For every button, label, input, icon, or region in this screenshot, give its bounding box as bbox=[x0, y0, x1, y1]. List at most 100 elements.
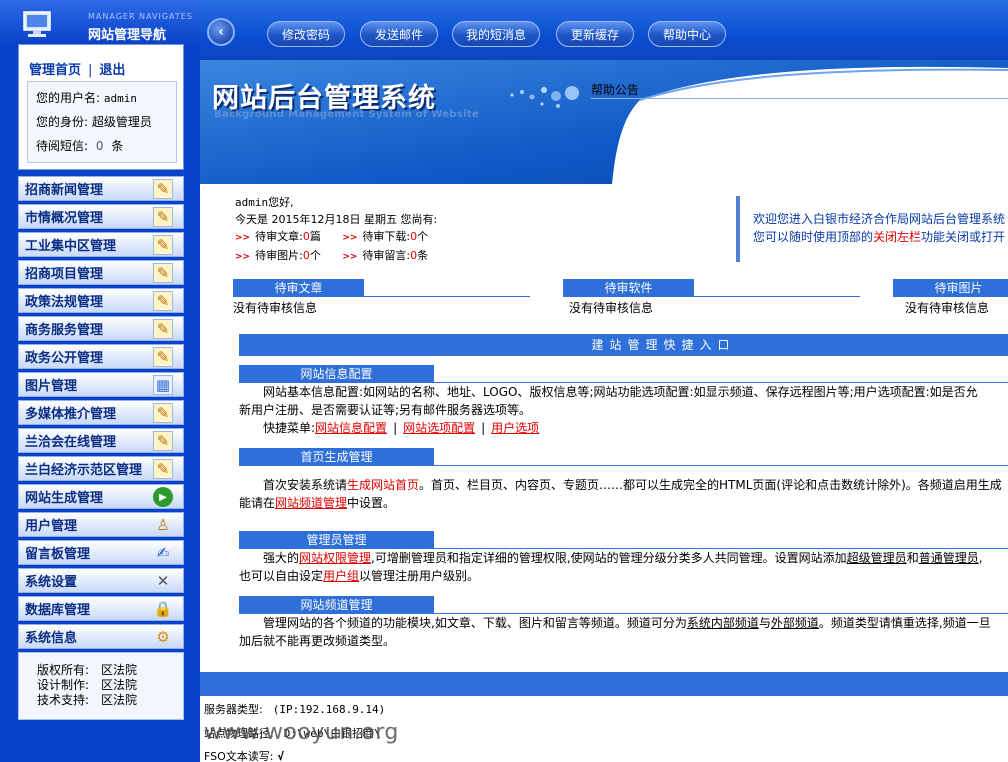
pending-software-tab: 待审软件 bbox=[563, 279, 694, 297]
sidebar-item[interactable]: 招商项目管理 ✎ bbox=[18, 260, 184, 285]
text-line: 网站基本信息配置:如网站的名称、地址、LOGO、版权信息等;网站功能选项配置:如… bbox=[239, 383, 1008, 401]
internal-channel-link[interactable]: 系统内部频道 bbox=[687, 616, 759, 630]
sidebar-item[interactable]: 工业集中区管理 ✎ bbox=[18, 232, 184, 257]
pending-articles-count: 0 bbox=[302, 230, 310, 243]
logout-link[interactable]: 退出 bbox=[99, 63, 125, 78]
sidebar-item-label: 系统信息 bbox=[25, 631, 78, 646]
update-cache-button[interactable]: 更新缓存 bbox=[556, 21, 634, 47]
sidebar-item-label: 兰白经济示范区管理 bbox=[25, 463, 143, 478]
generate-homepage-link[interactable]: 生成网站首页 bbox=[347, 478, 419, 492]
channel-text-d: 加后就不能再更改频道类型。 bbox=[239, 634, 396, 648]
edit-icon: ✎ bbox=[153, 179, 173, 199]
sidebar-item[interactable]: 政务公开管理 ✎ bbox=[18, 344, 184, 369]
arrow-icon: >> bbox=[235, 233, 251, 243]
sidebar-menu: 招商新闻管理 ✎ 市情概况管理 ✎ 工业集中区管理 ✎ 招商项目管理 ✎ 政策法规管理 ✎ 商务服务… bbox=[18, 176, 184, 652]
user-options-link[interactable]: 用户选项 bbox=[491, 421, 539, 435]
pending-articles-label: 待审文章: bbox=[255, 230, 303, 243]
my-messages-button[interactable]: 我的短消息 bbox=[452, 21, 540, 47]
home-link[interactable]: 管理首页 bbox=[29, 63, 81, 78]
greeting-block: admin您好, 今天是 2015年12月18日 星期五 您尚有: >> 待审文章… bbox=[235, 194, 437, 266]
send-mail-button[interactable]: 发送邮件 bbox=[360, 21, 438, 47]
section-channel-text: 管理网站的各个频道的功能模块,如文章、下载、图片和留言等频道。频道可分为系统内部… bbox=[239, 614, 1008, 650]
server-type-row: 服务器类型: (IP:192.168.9.14) bbox=[204, 701, 385, 717]
sidebar-item[interactable]: 商务服务管理 ✎ bbox=[18, 316, 184, 341]
user-group-link[interactable]: 用户组 bbox=[323, 569, 359, 583]
sidebar-item[interactable]: 兰洽会在线管理 ✎ bbox=[18, 428, 184, 453]
divider bbox=[563, 296, 860, 297]
pending-articles-tab: 待审文章 bbox=[233, 279, 364, 297]
sidebar-item[interactable]: 政策法规管理 ✎ bbox=[18, 288, 184, 313]
channel-manage-link[interactable]: 网站频道管理 bbox=[275, 496, 347, 510]
sidebar-item[interactable]: 系统信息 ⚙ bbox=[18, 624, 184, 649]
text-line: 能请在网站频道管理中设置。 bbox=[239, 494, 1008, 512]
sidebar-item-label: 留言板管理 bbox=[25, 547, 91, 562]
text-line: 管理网站的各个频道的功能模块,如文章、下载、图片和留言等频道。频道可分为系统内部… bbox=[239, 614, 1008, 632]
help-notice-title[interactable]: 帮助公告 bbox=[591, 81, 639, 98]
design-row: 设计制作: 区法院 bbox=[37, 678, 183, 693]
sidebar-item-label: 兰洽会在线管理 bbox=[25, 435, 117, 450]
sidebar-item[interactable]: 系统设置 ✕ bbox=[18, 568, 184, 593]
change-password-button[interactable]: 修改密码 bbox=[267, 21, 345, 47]
sidebar-item[interactable]: 多媒体推介管理 ✎ bbox=[18, 400, 184, 425]
pending-software-text: 没有待审核信息 bbox=[569, 301, 654, 315]
text-line: 强大的网站权限管理,可增删管理员和指定详细的管理权限,使网站的管理分级分类多人共… bbox=[239, 549, 1008, 567]
sidebar-item-label: 招商新闻管理 bbox=[25, 183, 104, 198]
lock-icon: 🔒 bbox=[153, 600, 173, 618]
sidebar-item[interactable]: 招商新闻管理 ✎ bbox=[18, 176, 184, 201]
help-center-button[interactable]: 帮助中心 bbox=[648, 21, 726, 47]
username-value: admin bbox=[103, 92, 137, 105]
admin-text-c: 和 bbox=[906, 551, 919, 565]
edit-icon: ✎ bbox=[153, 403, 173, 423]
greeting-suffix: 您好, bbox=[268, 196, 294, 209]
sidebar-item-label: 工业集中区管理 bbox=[25, 239, 117, 254]
close-sidebar-link[interactable]: 关闭左栏 bbox=[873, 230, 921, 244]
sidebar-item[interactable]: 用户管理 ♙ bbox=[18, 512, 184, 537]
home-gen-text-c: 能请在 bbox=[239, 496, 276, 510]
sidebar-item[interactable]: 兰白经济示范区管理 ✎ bbox=[18, 456, 184, 481]
section-home-gen-text: 首次安装系统请生成网站首页。首页、栏目页、内容页、专题页……都可以生成完全的HT… bbox=[239, 476, 1008, 512]
pending-row-2: >> 待审图片:0个 >> 待审留言:0条 bbox=[235, 247, 437, 266]
super-admin-link[interactable]: 超级管理员 bbox=[847, 551, 907, 565]
fso-row: FSO文本读写: √ bbox=[204, 748, 284, 762]
sidebar-item[interactable]: 市情概况管理 ✎ bbox=[18, 204, 184, 229]
sidebar-item-label: 数据库管理 bbox=[25, 603, 91, 618]
permission-manage-link[interactable]: 网站权限管理 bbox=[299, 551, 371, 565]
username-row: 您的用户名: admin bbox=[36, 86, 176, 110]
chevron-left-icon: ‹ bbox=[218, 24, 224, 40]
normal-admin-link[interactable]: 普通管理员 bbox=[919, 551, 979, 565]
sidebar-item[interactable]: 图片管理 ▦ bbox=[18, 372, 184, 397]
sidebar-item[interactable]: 数据库管理 🔒 bbox=[18, 596, 184, 621]
sidebar-item[interactable]: 网站生成管理 ▶ bbox=[18, 484, 184, 509]
pending-images-unit: 个 bbox=[309, 249, 321, 262]
picture-icon: ▦ bbox=[153, 375, 173, 395]
copyright-value: 区法院 bbox=[101, 663, 138, 677]
external-channel-link[interactable]: 外部频道 bbox=[771, 616, 819, 630]
arrow-icon: >> bbox=[235, 252, 251, 262]
sidebar-item[interactable]: 留言板管理 ✍ bbox=[18, 540, 184, 565]
top-toolbar: ‹ 修改密码 发送邮件 我的短消息 更新缓存 帮助中心 bbox=[200, 0, 1008, 60]
play-icon: ▶ bbox=[153, 487, 173, 507]
footer-bar bbox=[200, 672, 1008, 696]
edit-icon: ✎ bbox=[153, 459, 173, 479]
sidebar-item-label: 商务服务管理 bbox=[25, 323, 104, 338]
role-row: 您的身份: 超级管理员 bbox=[36, 110, 176, 134]
welcome-text-b: 功能关闭或打开 bbox=[921, 230, 1006, 244]
site-options-config-link[interactable]: 网站选项配置 bbox=[403, 421, 475, 435]
text-line: 首次安装系统请生成网站首页。首页、栏目页、内容页、专题页……都可以生成完全的HT… bbox=[239, 476, 1008, 494]
watermark: www.wooyun.org bbox=[204, 720, 399, 745]
section-admin-tab: 管理员管理 bbox=[239, 531, 434, 549]
site-info-config-link[interactable]: 网站信息配置 bbox=[315, 421, 387, 435]
admin-text-d: , bbox=[978, 551, 983, 565]
sidebar-item-label: 招商项目管理 bbox=[25, 267, 104, 282]
username-label: 您的用户名: bbox=[36, 91, 101, 105]
admin-text-e: 也可以自由设定 bbox=[239, 569, 324, 583]
welcome-text: 欢迎您进入白银市经济合作局网站后台管理系统 您可以随时使用顶部的关闭左栏功能关闭… bbox=[753, 210, 1005, 246]
role-value: 超级管理员 bbox=[91, 115, 152, 129]
sidebar-item-label: 系统设置 bbox=[25, 575, 78, 590]
section-admin-text: 强大的网站权限管理,可增删管理员和指定详细的管理权限,使网站的管理分级分类多人共… bbox=[239, 549, 1008, 585]
pending-articles-unit: 篇 bbox=[309, 230, 321, 243]
toggle-sidebar-button[interactable]: ‹ bbox=[207, 18, 235, 46]
pending-images-tab: 待审图片 bbox=[893, 279, 1008, 297]
sidebar-item-label: 政务公开管理 bbox=[25, 351, 104, 366]
admin-text-a: 强大的 bbox=[263, 551, 300, 565]
